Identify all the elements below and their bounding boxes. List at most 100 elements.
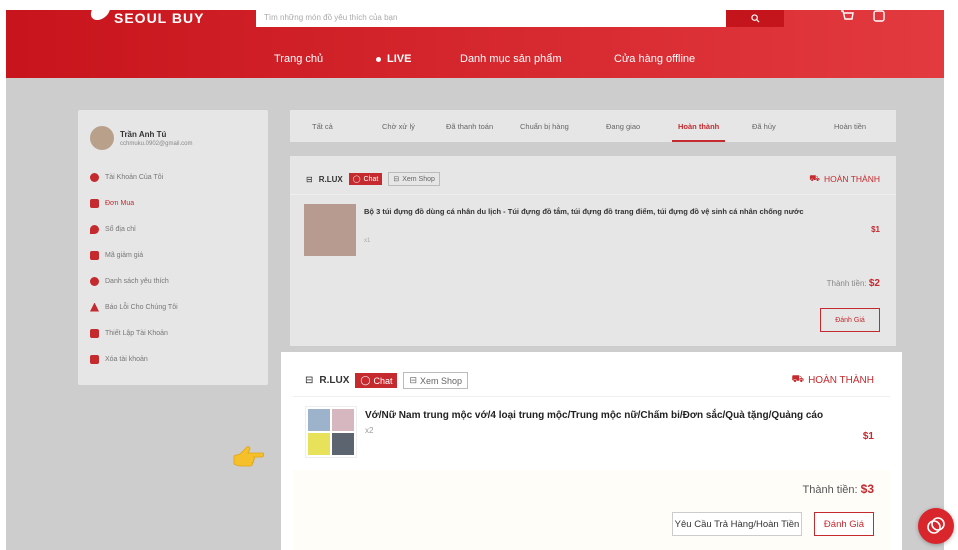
product-image[interactable] [304,204,356,256]
tab-pending[interactable]: Chờ xử lý [382,122,415,131]
site-logo[interactable]: SEOUL BUY [90,10,204,24]
shop-name[interactable]: R.LUX [319,175,343,184]
tab-completed[interactable]: Hoàn thành [671,122,726,142]
profile-name: Trần Anh Tú [120,129,167,139]
settings-icon [90,328,99,338]
status-badge: ⛟ HOÀN THÀNH [791,374,874,387]
tab-refund[interactable]: Hoàn tiền [834,122,866,131]
product-price: $1 [871,225,880,234]
logo-mark-icon [90,10,110,20]
location-icon [90,224,99,234]
return-refund-button[interactable]: Yêu Cầu Trả Hàng/Hoàn Tiền [672,512,802,536]
nav-live[interactable]: LIVE [376,53,411,65]
view-shop-button[interactable]: ⊟ Xem Shop [388,172,440,186]
voucher-icon [90,250,99,260]
shop-icon: ⊟ [306,174,313,184]
view-shop-label: Xem Shop [420,375,463,386]
product-image[interactable] [305,406,357,458]
sidebar-item-settings[interactable]: Thiết Lập Tài Khoản [90,320,256,346]
sidebar-item-wishlist[interactable]: Danh sách yêu thích [90,268,256,294]
order-card-inner: ⊟ R.LUX ◯ Chat ⊟ Xem Shop ⛟ HOÀN THÀNH Vớ/N… [293,352,890,550]
warning-icon [90,302,99,312]
floating-chat-button[interactable] [918,508,954,544]
tab-paid[interactable]: Đã thanh toán [446,122,493,131]
sidebar-item-label: Sổ địa chỉ [105,225,136,233]
search-icon [750,14,760,23]
logo-text: SEOUL BUY [114,10,205,24]
shop-row: ⊟ R.LUX ◯ Chat ⊟ Xem Shop [305,372,469,389]
heart-icon [90,276,99,286]
status-text: HOÀN THÀNH [823,174,880,184]
view-shop-label: Xem Shop [402,175,435,183]
sidebar-item-label: Xóa tài khoản [105,355,148,363]
order-total: Thành tiền: $3 [803,482,874,496]
sidebar-item-label: Tài Khoản Của Tôi [105,173,164,181]
shop-row: ⊟ R.LUX ◯ Chat ⊟ Xem Shop [306,172,440,186]
sidebar-item-addresses[interactable]: Sổ địa chỉ [90,216,256,242]
product-name[interactable]: Bộ 3 túi đựng đồ dùng cá nhân du lịch - … [364,206,844,219]
sidebar-item-label: Danh sách yêu thích [105,277,169,285]
pointing-hand-icon [233,446,264,467]
store-icon: ⊟ [393,176,400,183]
rate-button[interactable]: Đánh Giá [814,512,874,536]
total-label: Thành tiền: [802,484,858,496]
product-thumb [308,433,330,455]
chat-button[interactable]: ◯ Chat [355,373,398,388]
product-name[interactable]: Vớ/Nữ Nam trung mộc vớ/4 loại trung mộc/… [365,410,823,421]
nav-home[interactable]: Trang chủ [274,53,323,65]
search-button[interactable] [726,10,784,27]
product-thumb [308,409,330,431]
shop-icon: ⊟ [305,375,314,386]
product-quantity: x2 [365,426,374,435]
chat-label: Chat [373,375,393,386]
search-input[interactable]: Tìm những món đồ yêu thích của bạn [256,10,726,27]
status-text: HOÀN THÀNH [808,375,874,386]
product-price: $1 [862,431,874,442]
sidebar-item-delete-account[interactable]: Xóa tài khoản [90,346,256,372]
product-thumb [332,433,354,455]
store-icon: ⊟ [409,375,418,385]
truck-icon: ⛟ [791,374,805,385]
tab-shipping[interactable]: Đang giao [606,122,640,131]
user-icon [90,172,99,182]
order-status-tabs: Tất cả Chờ xử lý Đã thanh toán Chuẩn bị … [290,110,896,142]
account-icon[interactable] [872,10,886,24]
sidebar-item-label: Thiết Lập Tài Khoản [105,329,168,337]
product-quantity: x1 [364,238,371,244]
nav-categories[interactable]: Danh mục sản phẩm [460,53,562,65]
sidebar-item-orders[interactable]: Đơn Mua [90,190,256,216]
order-total: Thành tiền: $2 [827,278,880,289]
chat-label: Chat [363,175,379,183]
chat-icon: ◯ [360,375,371,385]
truck-icon: ⛟ [809,173,820,183]
divider [293,396,890,397]
chat-icon: ◯ [352,176,361,183]
sidebar-item-label: Đơn Mua [105,199,135,207]
divider [290,194,896,195]
order-card-highlighted: ⊟ R.LUX ◯ Chat ⊟ Xem Shop ⛟ HOÀN THÀNH Vớ/N… [281,352,902,550]
sidebar-item-vouchers[interactable]: Mã giảm giá [90,242,256,268]
chat-bubble-icon [927,517,945,534]
nav-offline-store[interactable]: Cửa hàng offline [614,53,695,65]
tab-preparing[interactable]: Chuẩn bị hàng [520,122,569,131]
order-footer: Thành tiền: $3 Yêu Cầu Trả Hàng/Hoàn Tiề… [293,470,890,550]
shop-name[interactable]: R.LUX [319,375,349,386]
cart-icon[interactable] [840,10,854,24]
live-dot-icon [376,56,381,62]
total-value: $2 [868,278,880,289]
sidebar-item-report[interactable]: Báo Lỗi Cho Chúng Tôi [90,294,256,320]
chat-button[interactable]: ◯ Chat [348,173,383,185]
tab-all[interactable]: Tất cả [312,122,333,131]
sidebar-item-account[interactable]: Tài Khoản Của Tôi [90,164,256,190]
view-shop-button[interactable]: ⊟ Xem Shop [403,372,469,389]
rate-button[interactable]: Đánh Giá [820,308,880,332]
trash-icon [90,354,99,364]
sidebar-item-label: Báo Lỗi Cho Chúng Tôi [105,303,178,311]
account-sidebar: Trần Anh Tú cchmuku.0902@gmail.com Tài K… [78,110,268,385]
total-label: Thành tiền: [826,279,867,288]
profile-email: cchmuku.0902@gmail.com [120,140,193,147]
tab-cancelled[interactable]: Đã hủy [752,122,776,131]
order-card: ⊟ R.LUX ◯ Chat ⊟ Xem Shop ⛟ HOÀN THÀNH Bộ 3… [290,156,896,346]
avatar[interactable] [90,126,114,150]
total-value: $3 [860,482,874,496]
